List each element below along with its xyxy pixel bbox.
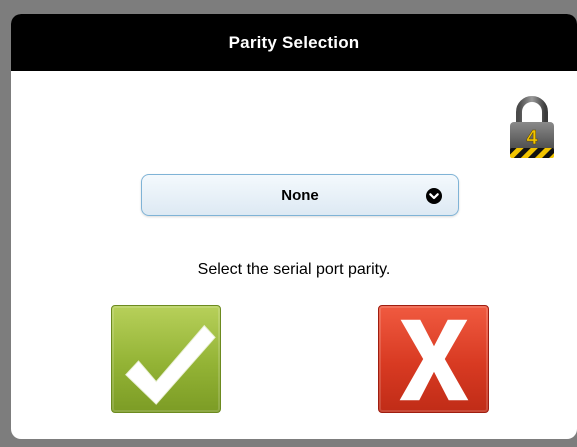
dialog-title: Parity Selection [228, 32, 360, 52]
lock-level: 4 [526, 127, 538, 149]
parity-select-value: None [281, 186, 319, 204]
cancel-button[interactable] [378, 305, 489, 413]
padlock-icon: 4 [507, 94, 557, 160]
instruction-text: Select the serial port parity. [197, 261, 391, 278]
checkmark-icon [125, 324, 216, 405]
confirm-button[interactable] [111, 305, 221, 413]
title-bar: Parity Selection [11, 14, 577, 71]
parity-selection-dialog: Parity Selection 4 None Select the seria… [11, 14, 577, 439]
parity-select[interactable]: None [141, 174, 459, 216]
x-icon [399, 319, 469, 401]
chevron-down-circle-icon [426, 188, 442, 204]
